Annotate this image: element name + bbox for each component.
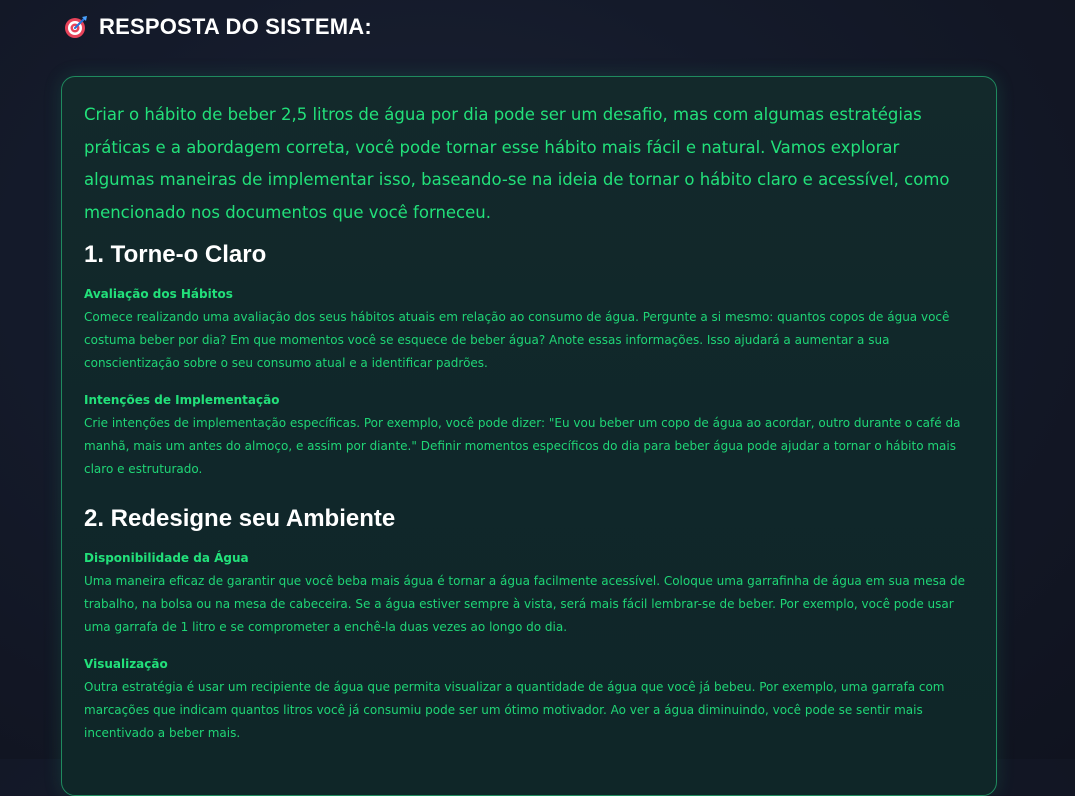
subsection-title: Intenções de Implementação bbox=[84, 393, 280, 407]
subsection-body: Crie intenções de implementação específi… bbox=[84, 416, 961, 476]
subsection-body: Comece realizando uma avaliação dos seus… bbox=[84, 310, 950, 370]
subsection-title: Avaliação dos Hábitos bbox=[84, 287, 233, 301]
page-title: RESPOSTA DO SISTEMA: bbox=[99, 14, 372, 39]
response-header: RESPOSTA DO SISTEMA: bbox=[63, 14, 372, 40]
subsection-body: Outra estratégia é usar um recipiente de… bbox=[84, 680, 945, 740]
subsection-visualizacao: Visualização Outra estratégia é usar um … bbox=[84, 653, 974, 745]
subsection-title: Disponibilidade da Água bbox=[84, 551, 249, 565]
subsection-disponibilidade: Disponibilidade da Água Uma maneira efic… bbox=[84, 547, 974, 639]
subsection-body: Uma maneira eficaz de garantir que você … bbox=[84, 574, 965, 634]
subsection-intencoes: Intenções de Implementação Crie intençõe… bbox=[84, 389, 974, 481]
section-heading-torne-o-claro: 1. Torne-o Claro bbox=[84, 241, 267, 268]
target-icon bbox=[63, 14, 89, 40]
section-heading-redesigne-ambiente: 2. Redesigne seu Ambiente bbox=[84, 505, 396, 532]
subsection-title: Visualização bbox=[84, 657, 168, 671]
subsection-avaliacao: Avaliação dos Hábitos Comece realizando … bbox=[84, 283, 974, 375]
response-card: Criar o hábito de beber 2,5 litros de ág… bbox=[61, 76, 997, 796]
response-intro: Criar o hábito de beber 2,5 litros de ág… bbox=[84, 105, 950, 222]
